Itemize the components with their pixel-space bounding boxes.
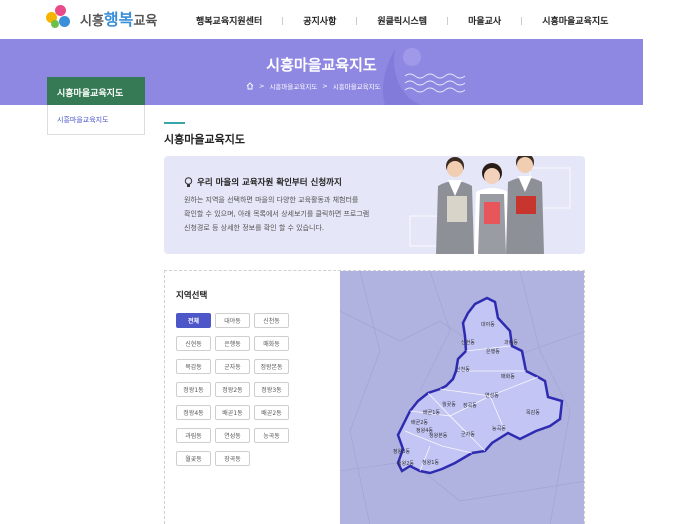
- nav-teacher[interactable]: 마을교사: [468, 14, 501, 27]
- nav-map[interactable]: 시흥마을교육지도: [542, 14, 608, 27]
- nav-divider: [447, 16, 449, 25]
- students-illustration: [409, 156, 571, 254]
- region-button[interactable]: 월곶동: [176, 451, 211, 466]
- sidebar-menu: 시흥마을교육지도: [47, 105, 145, 135]
- nav-notice[interactable]: 공지사항: [303, 14, 336, 27]
- map-district-label[interactable]: 배곧1동: [423, 409, 440, 416]
- home-icon[interactable]: [246, 82, 254, 90]
- map-district-label[interactable]: 배곧2동: [411, 419, 428, 426]
- logo-highlight: 행복: [103, 10, 134, 29]
- breadcrumb-current: 시흥마을교육지도: [332, 83, 381, 91]
- intro-description: 원하는 지역을 선택하면 마을의 다양한 교육활동과 체험터를 확인할 수 있으…: [184, 193, 394, 235]
- intro-heading: 우리 마을의 교육자원 확인부터 신청까지: [184, 176, 342, 188]
- region-label: 지역선택: [176, 291, 208, 301]
- map-district-label[interactable]: 연성동: [485, 392, 499, 399]
- page-title: 시흥마을교육지도: [164, 133, 245, 146]
- map-district-label[interactable]: 목감동: [526, 409, 540, 416]
- region-button[interactable]: 과림동: [176, 428, 211, 443]
- map-district-label[interactable]: 정왕3동: [393, 448, 410, 455]
- region-button[interactable]: 정왕1동: [176, 382, 211, 397]
- siheung-map: 대야동 과림동 신현동 은행동 신천동 매화동 월곶동 장곡동 연성동 목감동 배곧1동 배곧2동 정왕…: [339, 271, 584, 524]
- breadcrumb-separator: >: [259, 82, 265, 90]
- region-button[interactable]: 연성동: [215, 428, 250, 443]
- breadcrumb-separator: >: [322, 82, 328, 90]
- region-button[interactable]: 정왕본동: [254, 359, 289, 374]
- nav-divider: [521, 16, 523, 25]
- logo-suffix: 교육: [133, 14, 158, 29]
- intro-line: 확인할 수 있으며, 아래 목록에서 상세보기를 클릭하면 프로그램: [184, 210, 370, 218]
- nav-divider: [282, 16, 284, 25]
- sidebar-item-map[interactable]: 시흥마을교육지도: [57, 115, 109, 125]
- region-button[interactable]: 능곡동: [254, 428, 289, 443]
- region-button-grid: 전체 대야동 신천동 신현동 은행동 매화동 목감동 군자동 정왕본동 정왕1동…: [176, 313, 294, 466]
- main-nav: 행복교육지원센터 공지사항 원클릭시스템 마을교사 시흥마을교육지도: [196, 14, 608, 27]
- map-district-label[interactable]: 군자동: [461, 431, 475, 438]
- map-district-label[interactable]: 매화동: [501, 373, 515, 380]
- map-district-label[interactable]: 장곡동: [463, 402, 477, 409]
- region-panel: 지역선택 전체 대야동 신천동 신현동 은행동 매화동 목감동 군자동 정왕본동…: [164, 270, 585, 524]
- intro-heading-text: 우리 마을의 교육자원 확인부터 신청까지: [197, 178, 342, 188]
- breadcrumb: > 시흥마을교육지도 > 시흥마을교육지도: [246, 81, 381, 91]
- map-district-label[interactable]: 과림동: [504, 339, 518, 346]
- region-button[interactable]: 배곧2동: [254, 405, 289, 420]
- logo-mark-icon: [46, 5, 74, 31]
- intro-line: 신청경로 등 상세한 정보를 확인 할 수 있습니다.: [184, 224, 325, 232]
- region-button[interactable]: 목감동: [176, 359, 211, 374]
- nav-center[interactable]: 행복교육지원센터: [196, 14, 262, 27]
- region-button[interactable]: 군자동: [215, 359, 250, 374]
- intro-box: 우리 마을의 교육자원 확인부터 신청까지 원하는 지역을 선택하면 마을의 다…: [164, 156, 585, 254]
- region-button[interactable]: 장곡동: [215, 451, 250, 466]
- logo-text: 시흥행복교육: [80, 6, 157, 30]
- site-logo[interactable]: 시흥행복교육: [46, 5, 157, 31]
- title-accent-bar: [164, 122, 185, 124]
- map-district-label[interactable]: 신현동: [461, 339, 475, 346]
- region-button[interactable]: 매화동: [254, 336, 289, 351]
- map-district-label[interactable]: 월곶동: [442, 401, 456, 408]
- map-district-label[interactable]: 신천동: [456, 366, 470, 373]
- map-district-label[interactable]: 정왕본동: [429, 432, 448, 439]
- region-button[interactable]: 정왕3동: [254, 382, 289, 397]
- region-button[interactable]: 은행동: [215, 336, 250, 351]
- map-district-label[interactable]: 은행동: [486, 348, 500, 355]
- lightbulb-icon: [184, 176, 193, 187]
- region-button[interactable]: 정왕4동: [176, 405, 211, 420]
- region-button-all[interactable]: 전체: [176, 313, 211, 328]
- sidebar-heading: 시흥마을교육지도: [47, 77, 145, 105]
- nav-divider: [356, 16, 358, 25]
- map-district-label[interactable]: 대야동: [481, 321, 495, 328]
- banner-title: 시흥마을교육지도: [266, 56, 377, 74]
- breadcrumb-item[interactable]: 시흥마을교육지도: [269, 81, 317, 91]
- region-button[interactable]: 신천동: [254, 313, 289, 328]
- map-district-label[interactable]: 능곡동: [492, 426, 506, 432]
- region-button[interactable]: 배곧1동: [215, 405, 250, 420]
- intro-line: 원하는 지역을 선택하면 마을의 다양한 교육활동과 체험터를: [184, 196, 359, 204]
- region-button[interactable]: 신현동: [176, 336, 211, 351]
- logo-prefix: 시흥: [80, 14, 104, 29]
- site-header: 시흥행복교육 행복교육지원센터 공지사항 원클릭시스템 마을교사 시흥마을교육지…: [0, 0, 680, 40]
- nav-oneclick[interactable]: 원클릭시스템: [377, 14, 427, 27]
- map-district-label[interactable]: 정왕1동: [422, 459, 439, 466]
- map-district-label[interactable]: 정왕2동: [397, 460, 414, 467]
- region-button[interactable]: 정왕2동: [215, 382, 250, 397]
- map-svg: 대야동과림동신현동은행동신천동매화동월곶동 장곡동연성동목감동배곧1동배곧2동정왕…: [339, 271, 584, 524]
- region-button[interactable]: 대야동: [215, 313, 250, 328]
